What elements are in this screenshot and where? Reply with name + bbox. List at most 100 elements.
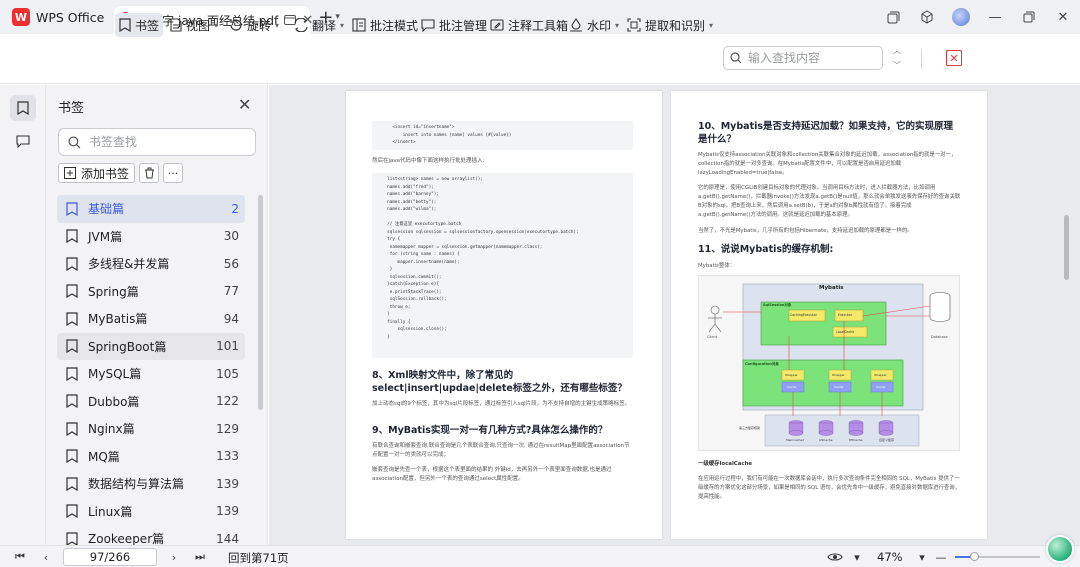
- diagram-wrapper-label: Wrapper: [874, 373, 887, 377]
- bookmark-item[interactable]: Dubbo篇 122: [57, 388, 245, 416]
- cube-icon[interactable]: [910, 0, 944, 34]
- translate-menu[interactable]: 翻译 ▾: [290, 13, 348, 37]
- app-name: WPS Office: [36, 9, 105, 25]
- paragraph: 有联合查询和嵌套查询,联合查询是几个表联合查询,只查询一次, 通过在result…: [372, 443, 630, 458]
- bookmark-item-page: 105: [216, 366, 239, 381]
- more-options-icon[interactable]: ···: [163, 163, 184, 183]
- ai-assistant-icon[interactable]: [1046, 535, 1074, 563]
- paragraph: 嵌套查询是先查一个表，根据这个表里面的结果的 外键id，去再另外一个表里面查询数…: [372, 467, 612, 482]
- bookmark-panel: 书签 ✕ 添加书签 ··· 基础篇 2 JVM篇 30 多线程&并发篇 56 Spring篇…: [46, 85, 268, 546]
- bookmark-item[interactable]: MQ篇 133: [57, 443, 245, 471]
- section-heading: 8、Xml映射文件中，除了常见的select|insert|updae|dele…: [372, 370, 627, 394]
- last-page-icon[interactable]: ⏭: [192, 549, 208, 565]
- bookmark-item[interactable]: 数据结构与算法篇 139: [57, 470, 245, 498]
- user-avatar[interactable]: [952, 8, 970, 26]
- restore-icon[interactable]: [1012, 0, 1046, 34]
- bookmark-icon: [66, 229, 78, 244]
- extract-label: 提取和识别: [645, 18, 706, 33]
- first-page-icon[interactable]: ⏮: [12, 549, 28, 565]
- bookmark-item-label: Linux篇: [88, 504, 133, 519]
- status-bar: ⏮ ‹ 97/266 › ⏭ 回到第71页 ▾ 47% ▾ —: [0, 545, 1080, 567]
- watermark-icon: [570, 18, 582, 32]
- bookmark-item-page: 77: [223, 284, 239, 299]
- bookmark-item[interactable]: Nginx篇 129: [57, 415, 245, 443]
- diagram-cache-label: Cache: [876, 385, 886, 389]
- bookmark-item-page: 144: [216, 531, 239, 546]
- panel-scrollbar[interactable]: [258, 195, 263, 410]
- bookmark-actions: 添加书签 ···: [58, 163, 184, 183]
- bookmark-item[interactable]: 基础篇 2: [57, 195, 245, 223]
- bookmark-item-label: 基础篇: [88, 202, 125, 217]
- close-icon[interactable]: ✕: [238, 95, 251, 114]
- bookmark-icon: [66, 532, 78, 546]
- chevron-up-icon[interactable]: ︿: [893, 45, 901, 56]
- paragraph: 当然了，不光是Mybatis，几乎所有的包括Hibernate，支持延迟加载的原…: [698, 228, 913, 234]
- delete-bookmark-icon[interactable]: [139, 163, 160, 183]
- diagram-executor-label: CachingExecutor: [790, 313, 817, 317]
- previous-page-icon[interactable]: ‹: [38, 549, 54, 565]
- chevron-down-icon[interactable]: ﹀: [893, 60, 901, 71]
- rotate-menu[interactable]: 旋转 ▾: [225, 13, 283, 37]
- bookmark-item-label: 数据结构与算法篇: [88, 477, 185, 492]
- bookmark-search-input[interactable]: [89, 135, 249, 149]
- find-navigation: ︿ ﹀: [888, 45, 906, 71]
- bookmark-item-page: 122: [216, 394, 239, 409]
- comment-icon: [421, 19, 435, 32]
- find-input[interactable]: [748, 51, 873, 65]
- diagram-cache-name: EHCache: [849, 438, 863, 442]
- bookmark-item[interactable]: SpringBoot篇 101: [57, 332, 245, 360]
- close-window-icon[interactable]: ✕: [1046, 0, 1080, 34]
- comment-rail-icon[interactable]: [10, 128, 36, 154]
- next-page-icon[interactable]: ›: [166, 549, 182, 565]
- bookmark-item[interactable]: MyBatis篇 94: [57, 305, 245, 333]
- bookmark-label: 书签: [135, 18, 160, 33]
- bookmark-search-box[interactable]: [58, 128, 256, 156]
- toolbar-divider: [921, 49, 922, 69]
- bookmark-icon: [66, 284, 78, 299]
- bookmark-item[interactable]: Spring篇 77: [57, 278, 245, 306]
- bookmark-item-page: 139: [216, 504, 239, 519]
- find-box[interactable]: [723, 46, 883, 70]
- view-menu[interactable]: 视图 ▾: [166, 13, 222, 37]
- zoom-slider-knob[interactable]: [969, 552, 979, 561]
- extract-menu[interactable]: 提取和识别 ▾: [623, 13, 717, 37]
- annotation-mode-button[interactable]: 批注模式: [348, 13, 422, 37]
- chevron-down-icon: ▾: [275, 20, 280, 30]
- page-number-field[interactable]: 97/266: [63, 548, 157, 566]
- zoom-options-chevron-icon[interactable]: ▾: [914, 549, 930, 565]
- bookmark-icon: [66, 504, 78, 519]
- watermark-label: 水印: [587, 18, 612, 33]
- annotation-tools-button[interactable]: 注释工具箱: [486, 13, 572, 37]
- bookmark-item[interactable]: MySQL篇 105: [57, 360, 245, 388]
- close-find-icon[interactable]: ✕: [946, 50, 962, 66]
- paragraph: Mybatis整体：: [698, 263, 736, 269]
- eye-icon[interactable]: [823, 549, 847, 565]
- annotation-manage-button[interactable]: 批注管理: [417, 13, 491, 37]
- watermark-menu[interactable]: 水印 ▾: [565, 13, 623, 37]
- minimize-icon[interactable]: —: [978, 0, 1012, 34]
- bookmark-list: 基础篇 2 JVM篇 30 多线程&并发篇 56 Spring篇 77 MyBatis篇 94 Sp…: [57, 195, 245, 553]
- bookmark-item[interactable]: JVM篇 30: [57, 223, 245, 251]
- go-back-link[interactable]: 回到第71页: [228, 550, 289, 566]
- bookmark-item[interactable]: Linux篇 139: [57, 498, 245, 526]
- bookmark-rail-icon[interactable]: [10, 95, 36, 121]
- diagram-cache-label: Cache: [834, 385, 844, 389]
- code-block: list<string> names = new arraylist(); na…: [372, 173, 633, 358]
- annotation-tools-label: 注释工具箱: [508, 18, 569, 33]
- add-bookmark-button[interactable]: 添加书签: [58, 163, 136, 183]
- document-scrollbar[interactable]: [1064, 215, 1069, 280]
- bookmark-icon: [66, 202, 78, 216]
- bookmark-button[interactable]: 书签: [115, 13, 164, 37]
- zoom-level[interactable]: 47%: [877, 550, 903, 564]
- diagram-wrapper-label: Wrapper: [832, 373, 845, 377]
- rotate-icon: [230, 19, 242, 31]
- view-icon: [170, 18, 182, 32]
- zoom-out-icon[interactable]: —: [933, 549, 949, 565]
- zoom-slider[interactable]: [955, 552, 1040, 561]
- bookmark-item-page: 56: [223, 256, 239, 271]
- chevron-down-icon[interactable]: ▾: [849, 549, 865, 565]
- bookmark-item-page: 139: [216, 476, 239, 491]
- window-layout-icon[interactable]: [876, 0, 910, 34]
- bookmark-item[interactable]: 多线程&并发篇 56: [57, 250, 245, 278]
- app-home-tab[interactable]: W WPS Office: [0, 0, 114, 34]
